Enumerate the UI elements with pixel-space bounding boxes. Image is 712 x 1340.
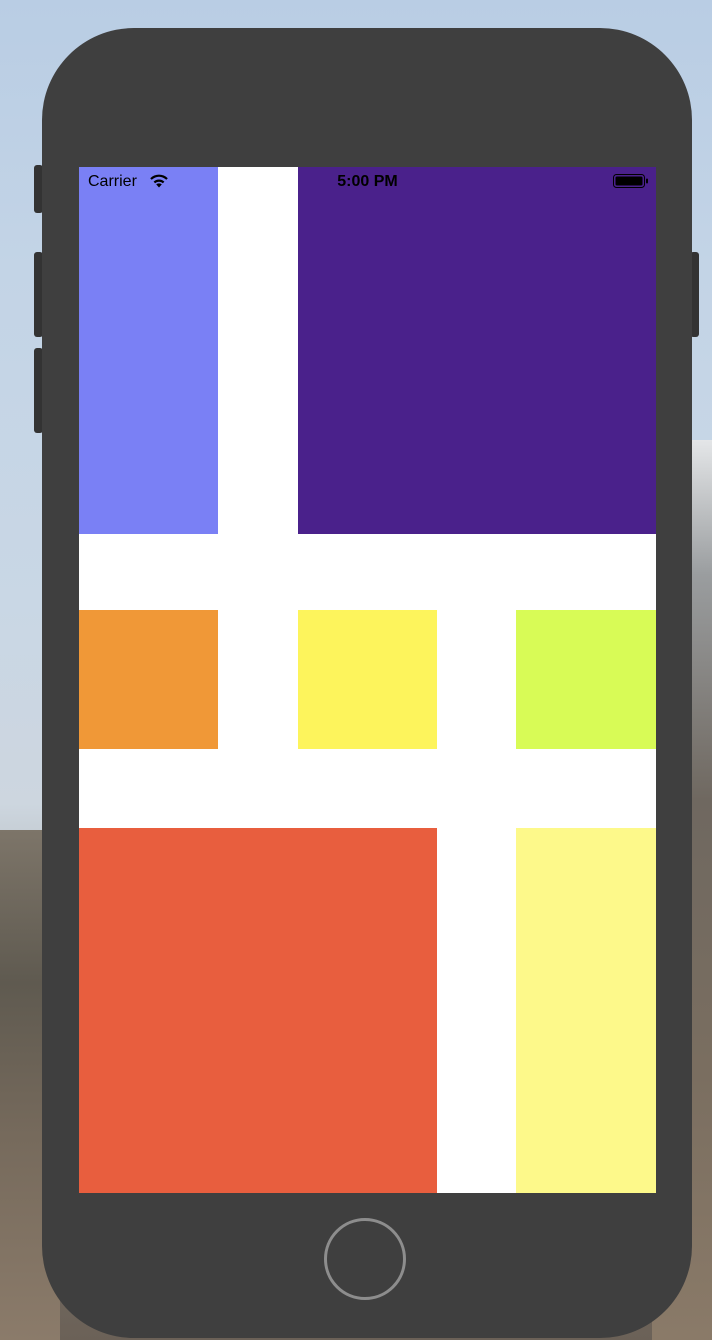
tile-periwinkle	[79, 167, 218, 534]
home-button[interactable]	[324, 1218, 406, 1300]
battery-icon	[613, 174, 648, 188]
simulator-screen: Carrier 5:00 PM	[79, 167, 656, 1193]
tile-lime	[516, 610, 656, 749]
tile-pale-yellow	[516, 828, 656, 1193]
clock-time: 5:00 PM	[337, 173, 398, 190]
status-bar: Carrier 5:00 PM	[79, 167, 656, 197]
tile-yellow	[298, 610, 437, 749]
tile-purple	[298, 167, 656, 534]
tile-red	[79, 828, 437, 1193]
tile-orange	[79, 610, 218, 749]
